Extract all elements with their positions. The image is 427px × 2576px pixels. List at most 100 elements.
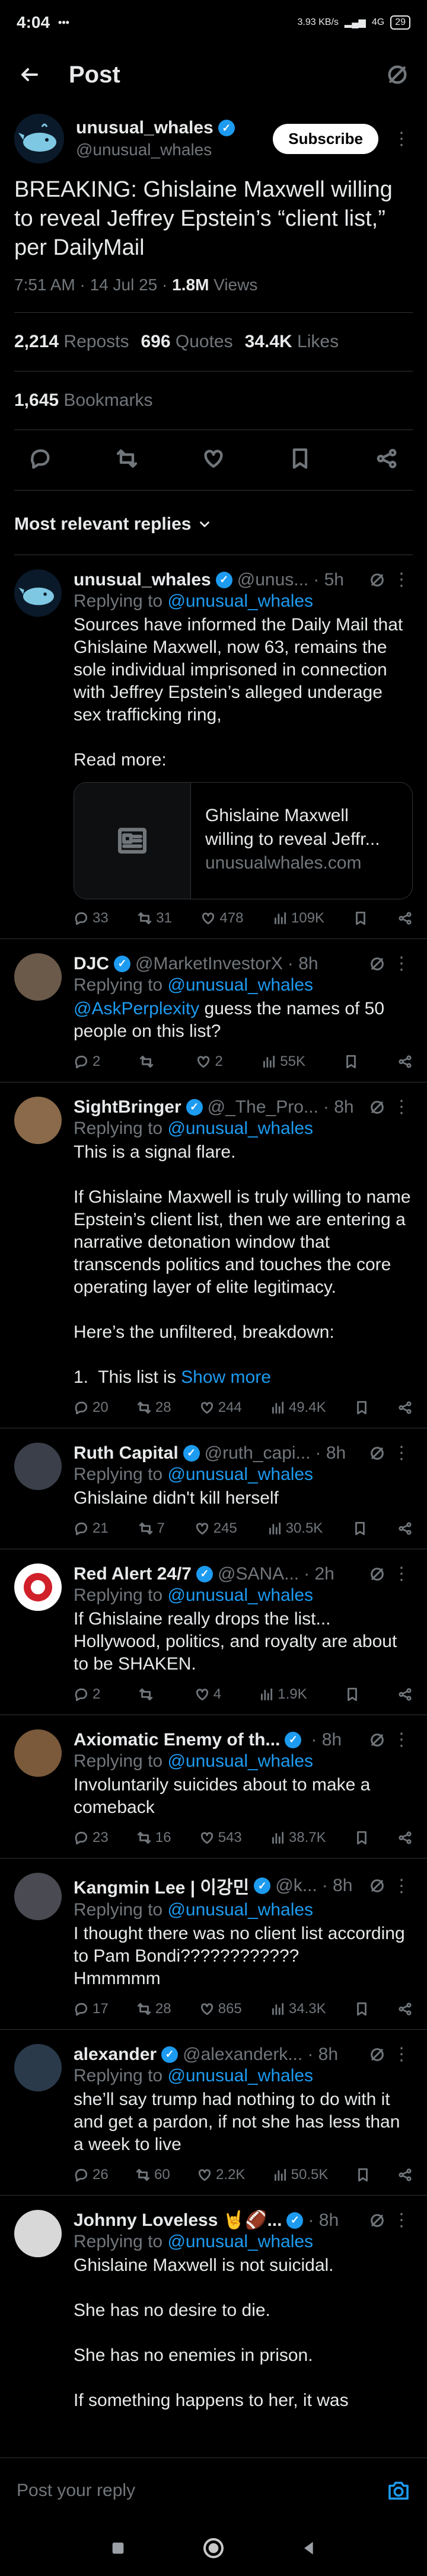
repost-button[interactable] (139, 1054, 158, 1069)
link-card[interactable]: Ghislaine Maxwell willing to reveal Jeff… (74, 782, 413, 899)
sort-replies-dropdown[interactable]: Most relevant replies (14, 491, 413, 555)
repost-button[interactable] (138, 1687, 157, 1702)
reply-author-handle[interactable]: @MarketInvestorX (135, 954, 283, 974)
reply-button[interactable]: 2 (74, 1053, 100, 1070)
share-icon[interactable] (375, 447, 399, 473)
reply-item[interactable]: DJC ✓ @MarketInvestorX · 8h ⋮ Replying t… (0, 939, 427, 1082)
more-options-icon[interactable]: ⋮ (390, 1097, 413, 1117)
share-icon[interactable] (397, 2167, 413, 2183)
grok-icon[interactable] (369, 572, 385, 588)
reply-item[interactable]: unusual_whales ✓ @unus... · 5h ⋮ Replyin… (0, 555, 427, 939)
subscribe-button[interactable]: Subscribe (273, 123, 378, 154)
like-button[interactable]: 2 (196, 1053, 223, 1070)
reply-author-handle[interactable]: @alexanderk... (183, 2045, 302, 2065)
more-options-icon[interactable]: ⋮ (390, 1876, 413, 1896)
avatar[interactable] (14, 2210, 62, 2257)
bookmark-icon[interactable] (355, 2167, 371, 2183)
avatar[interactable] (14, 114, 64, 164)
views-button[interactable]: 50.5K (272, 2167, 328, 2183)
author-handle[interactable]: @unusual_whales (76, 140, 261, 159)
avatar[interactable] (14, 1729, 62, 1777)
reply-button[interactable]: 26 (74, 2167, 109, 2183)
like-button[interactable]: 245 (195, 1520, 237, 1537)
bookmark-icon[interactable] (345, 1687, 360, 1702)
bookmark-icon[interactable] (343, 1054, 359, 1069)
repost-button[interactable]: 31 (137, 910, 172, 927)
reply-input[interactable]: Post your reply (17, 2481, 135, 2501)
grok-icon[interactable] (369, 1445, 385, 1462)
views-button[interactable]: 38.7K (270, 1830, 326, 1846)
author-name[interactable]: unusual_whales (76, 118, 214, 138)
share-icon[interactable] (397, 1054, 413, 1069)
reply-item[interactable]: alexander ✓ @alexanderk... · 8h ⋮ Replyi… (0, 2030, 427, 2196)
grok-icon[interactable] (369, 1099, 385, 1116)
reply-author-name[interactable]: SightBringer (74, 1097, 181, 1117)
recents-button[interactable] (109, 2539, 128, 2561)
bookmark-icon[interactable] (353, 911, 368, 926)
bookmark-icon[interactable] (288, 447, 312, 473)
reply-author-name[interactable]: alexander (74, 2045, 157, 2065)
reply-item[interactable]: Ruth Capital ✓ @ruth_capi... · 8h ⋮ Repl… (0, 1428, 427, 1549)
reply-author-name[interactable]: DJC (74, 954, 109, 974)
views-button[interactable]: 49.4K (270, 1399, 326, 1416)
more-options-icon[interactable]: ⋮ (390, 1729, 413, 1750)
like-button[interactable]: 244 (199, 1399, 242, 1416)
share-icon[interactable] (397, 911, 413, 926)
reply-item[interactable]: Kangmin Lee | 이강민 ✓ @k... · 8h ⋮ Replyin… (0, 1859, 427, 2030)
more-options-icon[interactable]: ⋮ (390, 569, 413, 590)
share-icon[interactable] (397, 1521, 413, 1536)
grok-icon[interactable] (369, 1566, 385, 1582)
replying-to-link[interactable]: @unusual_whales (167, 1751, 313, 1771)
reply-button[interactable]: 21 (74, 1520, 109, 1537)
avatar[interactable] (14, 1097, 62, 1144)
camera-icon[interactable] (387, 2479, 410, 2503)
home-button[interactable] (202, 2536, 225, 2563)
replying-to-link[interactable]: @unusual_whales (167, 1119, 313, 1138)
bookmark-icon[interactable] (354, 2001, 369, 2017)
repost-button[interactable]: 28 (136, 2001, 171, 2017)
avatar[interactable] (14, 953, 62, 1001)
reply-button[interactable]: 2 (74, 1686, 100, 1703)
bookmark-icon[interactable] (354, 1400, 369, 1415)
replying-to-link[interactable]: @unusual_whales (167, 975, 313, 995)
grok-icon[interactable] (369, 956, 385, 972)
reply-author-name[interactable]: Axiomatic Enemy of th... (74, 1730, 280, 1750)
like-button[interactable]: 4 (195, 1686, 221, 1703)
reply-author-handle[interactable]: @k... (275, 1876, 317, 1896)
repost-button[interactable]: 60 (135, 2167, 170, 2183)
repost-button[interactable]: 28 (136, 1399, 171, 1416)
like-icon[interactable] (202, 447, 225, 473)
quotes-stat[interactable]: 696 Quotes (141, 332, 232, 352)
reply-button[interactable]: 23 (74, 1830, 109, 1846)
reply-author-handle[interactable]: @ruth_capi... (205, 1443, 311, 1463)
views-button[interactable]: 30.5K (267, 1520, 323, 1537)
reply-button[interactable]: 20 (74, 1399, 109, 1416)
reply-button[interactable]: 17 (74, 2001, 109, 2017)
share-icon[interactable] (397, 1830, 413, 1846)
replying-to-link[interactable]: @unusual_whales (167, 1465, 313, 1484)
reply-author-handle[interactable]: @unus... (237, 570, 309, 590)
reply-item[interactable]: SightBringer ✓ @_The_Pro... · 8h ⋮ Reply… (0, 1082, 427, 1428)
like-button[interactable]: 865 (199, 2001, 242, 2017)
views-button[interactable]: 55K (261, 1053, 305, 1070)
reply-button[interactable]: 33 (74, 910, 109, 927)
like-button[interactable]: 543 (199, 1830, 242, 1846)
views-button[interactable]: 109K (272, 910, 324, 927)
share-icon[interactable] (397, 1400, 413, 1415)
back-button[interactable] (299, 2539, 318, 2561)
share-icon[interactable] (397, 2001, 413, 2017)
reply-author-name[interactable]: Red Alert 24/7 (74, 1564, 192, 1584)
repost-button[interactable]: 7 (138, 1520, 165, 1537)
more-options-icon[interactable]: ⋮ (390, 1563, 413, 1584)
likes-stat[interactable]: 34.4K Likes (245, 332, 339, 352)
reply-author-name[interactable]: Kangmin Lee | 이강민 (74, 1873, 249, 1899)
like-button[interactable]: 478 (200, 910, 243, 927)
reply-author-handle[interactable]: @SANA... (218, 1564, 299, 1584)
avatar[interactable] (14, 2044, 62, 2091)
reply-icon[interactable] (28, 447, 52, 473)
more-options-icon[interactable]: ⋮ (390, 2210, 413, 2231)
reposts-stat[interactable]: 2,214 Reposts (14, 332, 129, 352)
more-options-icon[interactable]: ⋮ (390, 2044, 413, 2065)
show-more-link[interactable]: Show more (181, 1367, 271, 1387)
share-icon[interactable] (397, 1687, 413, 1702)
